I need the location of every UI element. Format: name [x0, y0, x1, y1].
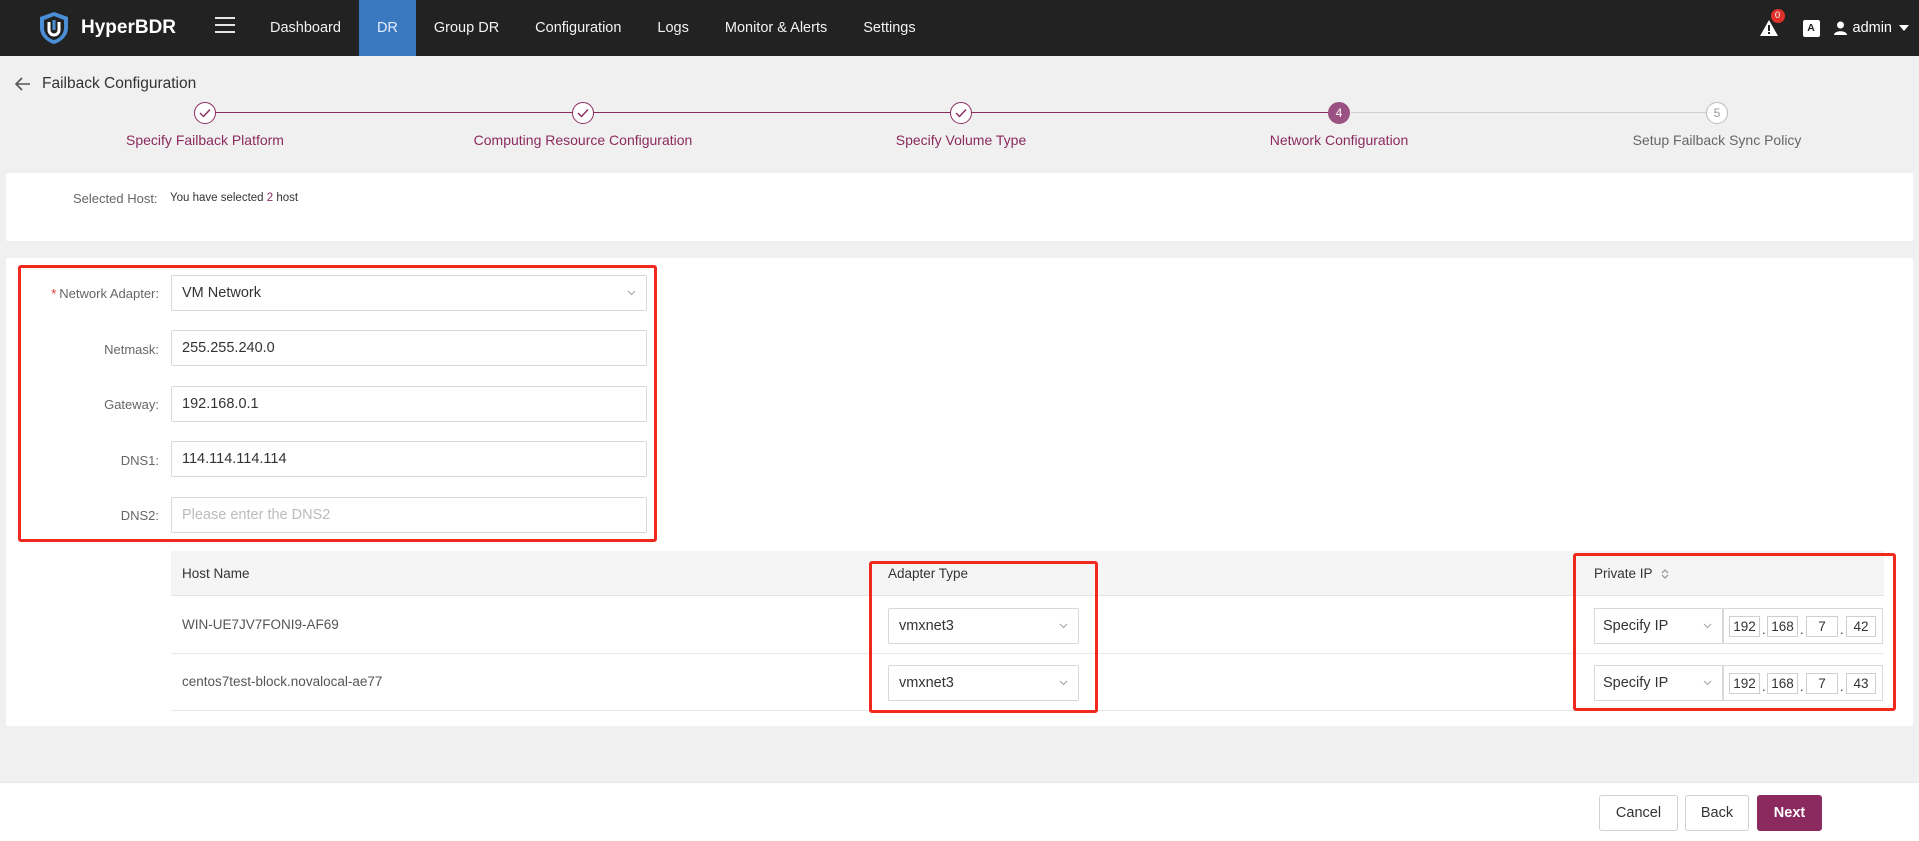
selected-host-summary: You have selected 2 host [170, 192, 298, 204]
ip-address-input: 192 . 168 . 7 . 42 [1723, 608, 1883, 644]
network-adapter-label-text: Network Adapter: [59, 286, 159, 301]
selected-host-label: Selected Host: [73, 191, 158, 206]
step-4-label: Network Configuration [1269, 132, 1409, 148]
chevron-down-icon [627, 290, 636, 296]
ip-address-input: 192 . 168 . 7 . 43 [1723, 665, 1883, 701]
ip-dot: . [1762, 622, 1766, 637]
selected-suffix: host [276, 192, 299, 204]
ip-mode-select[interactable]: Specify IP [1594, 608, 1723, 644]
ip-octet-2[interactable]: 168 [1767, 616, 1798, 637]
brand[interactable]: HyperBDR [36, 0, 176, 56]
chevron-down-icon [1703, 623, 1712, 629]
step-2-check-icon [572, 102, 594, 124]
nav-settings[interactable]: Settings [845, 0, 933, 56]
selected-prefix: You have selected [170, 192, 264, 204]
netmask-input[interactable]: 255.255.240.0 [171, 330, 647, 366]
col-host-name: Host Name [182, 566, 250, 581]
ip-mode-value: Specify IP [1603, 675, 1669, 691]
nav-dashboard[interactable]: Dashboard [252, 0, 359, 56]
selected-host-panel [6, 173, 1913, 241]
step-5-number: 5 [1706, 102, 1728, 124]
step-1-label: Specify Failback Platform [126, 132, 284, 148]
network-adapter-value: VM Network [182, 285, 261, 301]
brand-name: HyperBDR [81, 17, 177, 38]
adapter-type-select[interactable]: vmxnet3 [888, 665, 1079, 701]
main-nav: Dashboard DR Group DR Configuration Logs… [252, 0, 934, 56]
netmask-label: Netmask: [104, 342, 159, 357]
user-name[interactable]: admin [1853, 20, 1893, 36]
row-host-name: WIN-UE7JV7FONI9-AF69 [182, 617, 339, 632]
footer-bar: Cancel Back Next [0, 782, 1919, 841]
dns1-input[interactable]: 114.114.114.114 [171, 441, 647, 477]
nav-monitor-alerts[interactable]: Monitor & Alerts [707, 0, 845, 56]
cancel-button[interactable]: Cancel [1599, 795, 1678, 831]
step-3-label: Specify Volume Type [895, 132, 1027, 148]
step-4-number: 4 [1328, 102, 1350, 124]
stepper-line-done [216, 112, 1331, 113]
network-adapter-label: * Network Adapter: [19, 286, 159, 301]
stepper-line-todo [1351, 112, 1708, 113]
ip-dot: . [1800, 679, 1804, 694]
sort-icon[interactable] [1661, 569, 1669, 579]
gateway-label: Gateway: [104, 397, 159, 412]
nav-configuration[interactable]: Configuration [517, 0, 639, 56]
col-adapter-type: Adapter Type [888, 566, 969, 581]
ip-mode-value: Specify IP [1603, 618, 1669, 634]
ip-octet-2[interactable]: 168 [1767, 673, 1798, 694]
adapter-type-select[interactable]: vmxnet3 [888, 608, 1079, 644]
ip-dot: . [1762, 679, 1766, 694]
ip-octet-4[interactable]: 42 [1846, 616, 1876, 637]
dns2-input[interactable]: Please enter the DNS2 [171, 497, 647, 533]
dns2-label: DNS2: [120, 508, 159, 523]
chevron-down-icon [1059, 680, 1068, 686]
required-mark: * [51, 286, 57, 301]
ip-dot: . [1800, 622, 1804, 637]
col-private-ip[interactable]: Private IP [1594, 551, 1669, 596]
chevron-down-icon [1059, 623, 1068, 629]
row-host-name: centos7test-block.novalocal-ae77 [182, 674, 383, 689]
ip-octet-1[interactable]: 192 [1729, 673, 1760, 694]
ip-dot: . [1840, 622, 1844, 637]
user-icon [1833, 21, 1847, 35]
ip-mode-select[interactable]: Specify IP [1594, 665, 1723, 701]
ip-octet-3[interactable]: 7 [1806, 616, 1838, 637]
gateway-input[interactable]: 192.168.0.1 [171, 386, 647, 422]
ip-dot: . [1840, 679, 1844, 694]
ip-octet-4[interactable]: 43 [1846, 673, 1876, 694]
network-adapter-select[interactable]: VM Network [171, 275, 647, 311]
nav-group-dr[interactable]: Group DR [416, 0, 517, 56]
back-button[interactable]: Back [1685, 795, 1749, 831]
table-row: WIN-UE7JV7FONI9-AF69 vmxnet3 Specify IP … [171, 597, 1884, 654]
dns1-label: DNS1: [120, 453, 159, 468]
ip-octet-3[interactable]: 7 [1806, 673, 1838, 694]
menu-toggle-icon[interactable] [215, 17, 235, 37]
hyperbdr-logo-icon [40, 12, 68, 44]
page-title: Failback Configuration [42, 75, 197, 92]
back-arrow-icon[interactable] [15, 77, 31, 91]
col-private-ip-label: Private IP [1594, 566, 1653, 581]
step-3-check-icon [950, 102, 972, 124]
table-header: Host Name Adapter Type Private IP [171, 551, 1884, 596]
top-nav-bar: HyperBDR Dashboard DR Group DR Configura… [0, 0, 1919, 56]
adapter-type-value: vmxnet3 [899, 618, 954, 634]
step-5-label: Setup Failback Sync Policy [1632, 132, 1802, 148]
nav-logs[interactable]: Logs [639, 0, 706, 56]
table-row: centos7test-block.novalocal-ae77 vmxnet3… [171, 654, 1884, 711]
next-button[interactable]: Next [1757, 795, 1822, 831]
chevron-down-icon [1703, 680, 1712, 686]
step-2-label: Computing Resource Configuration [473, 132, 693, 148]
ip-octet-1[interactable]: 192 [1729, 616, 1760, 637]
nav-dr[interactable]: DR [358, 0, 416, 56]
selected-count: 2 [266, 192, 274, 204]
step-1-check-icon [194, 102, 216, 124]
language-switch-icon[interactable]: A文 [1802, 19, 1820, 51]
alert-count-badge: 0 [1770, 9, 1785, 23]
top-right-actions: 0 A文 admin [1759, 0, 1909, 56]
adapter-type-value: vmxnet3 [899, 675, 954, 691]
alerts-button[interactable]: 0 [1759, 9, 1785, 38]
chevron-down-icon[interactable] [1899, 25, 1909, 31]
